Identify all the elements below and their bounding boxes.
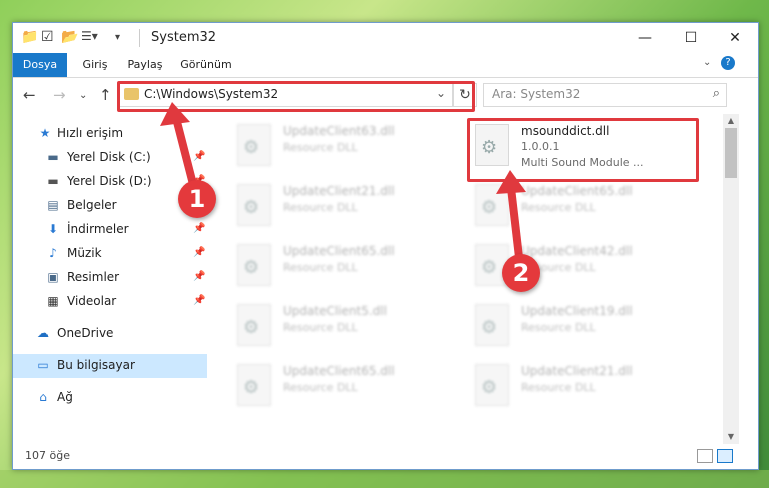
annotation-arrows [160,102,526,270]
step-badge-2: 2 [502,254,540,292]
step-badge-1: 1 [178,180,216,218]
arrow-2 [496,170,526,270]
